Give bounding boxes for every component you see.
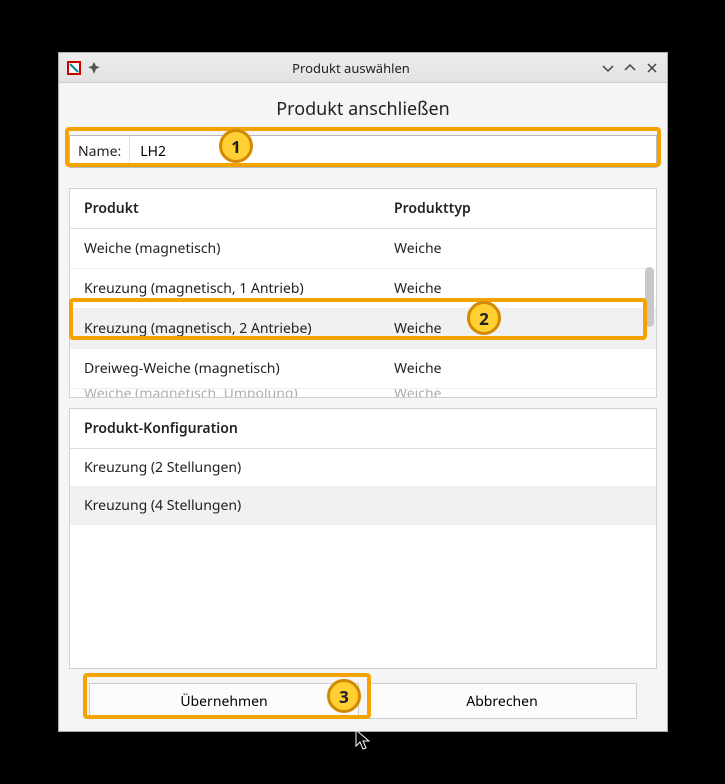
config-header: Produkt-Konfiguration xyxy=(70,409,656,449)
name-row: Name: xyxy=(69,135,657,168)
page-title: Produkt anschließen xyxy=(69,97,657,121)
cell-product: Weiche (magnetisch, Umpolung) xyxy=(70,389,380,397)
config-row[interactable]: Kreuzung (4 Stellungen) xyxy=(70,487,656,525)
config-row[interactable]: Kreuzung (2 Stellungen) xyxy=(70,449,656,487)
cell-type: Weiche xyxy=(380,359,656,378)
cell-product: Kreuzung (magnetisch, 2 Antriebe) xyxy=(70,319,380,338)
apply-button[interactable]: Übernehmen xyxy=(89,683,359,719)
table-row[interactable]: Weiche (magnetisch, Umpolung) Weiche xyxy=(70,389,656,397)
cell-type: Weiche xyxy=(380,389,656,397)
table-row[interactable]: Dreiweg-Weiche (magnetisch) Weiche xyxy=(70,349,656,389)
cancel-button[interactable]: Abbrechen xyxy=(367,683,637,719)
minimize-icon[interactable] xyxy=(601,61,615,75)
cell-product: Weiche (magnetisch) xyxy=(70,239,380,258)
titlebar: Produkt auswählen xyxy=(59,53,667,83)
scrollbar[interactable] xyxy=(645,267,654,395)
table-body: Weiche (magnetisch) Weiche Kreuzung (mag… xyxy=(70,229,656,397)
config-title: Produkt-Konfiguration xyxy=(70,419,252,438)
dialog-body: Produkt anschließen Name: Produkt Produk… xyxy=(59,83,667,731)
cell-type: Weiche xyxy=(380,319,656,338)
name-label: Name: xyxy=(70,136,130,167)
cell-product: Dreiweg-Weiche (magnetisch) xyxy=(70,359,380,378)
table-row[interactable]: Weiche (magnetisch) Weiche xyxy=(70,229,656,269)
app-icon xyxy=(67,61,81,75)
cell-type: Weiche xyxy=(380,279,656,298)
scrollbar-thumb[interactable] xyxy=(645,267,654,327)
cell-type: Weiche xyxy=(380,239,656,258)
name-input[interactable] xyxy=(130,136,656,167)
table-header: Produkt Produkttyp xyxy=(70,189,656,229)
dialog-window: Produkt auswählen Produkt anschließen Na… xyxy=(58,52,668,732)
close-icon[interactable] xyxy=(645,61,659,75)
maximize-icon[interactable] xyxy=(623,61,637,75)
table-row[interactable]: Kreuzung (magnetisch, 2 Antriebe) Weiche xyxy=(70,309,656,349)
product-table: Produkt Produkttyp Weiche (magnetisch) W… xyxy=(69,188,657,398)
button-bar: Übernehmen Abbrechen xyxy=(69,683,657,719)
config-panel: Produkt-Konfiguration Kreuzung (2 Stellu… xyxy=(69,408,657,669)
window-title: Produkt auswählen xyxy=(101,59,601,77)
config-label: Kreuzung (2 Stellungen) xyxy=(70,458,255,477)
cell-product: Kreuzung (magnetisch, 1 Antrieb) xyxy=(70,279,380,298)
config-label: Kreuzung (4 Stellungen) xyxy=(70,496,255,515)
cursor-icon xyxy=(355,729,373,756)
col-header-product[interactable]: Produkt xyxy=(70,199,380,218)
table-row[interactable]: Kreuzung (magnetisch, 1 Antrieb) Weiche xyxy=(70,269,656,309)
pin-icon[interactable] xyxy=(87,61,101,75)
col-header-type[interactable]: Produkttyp xyxy=(380,199,656,218)
